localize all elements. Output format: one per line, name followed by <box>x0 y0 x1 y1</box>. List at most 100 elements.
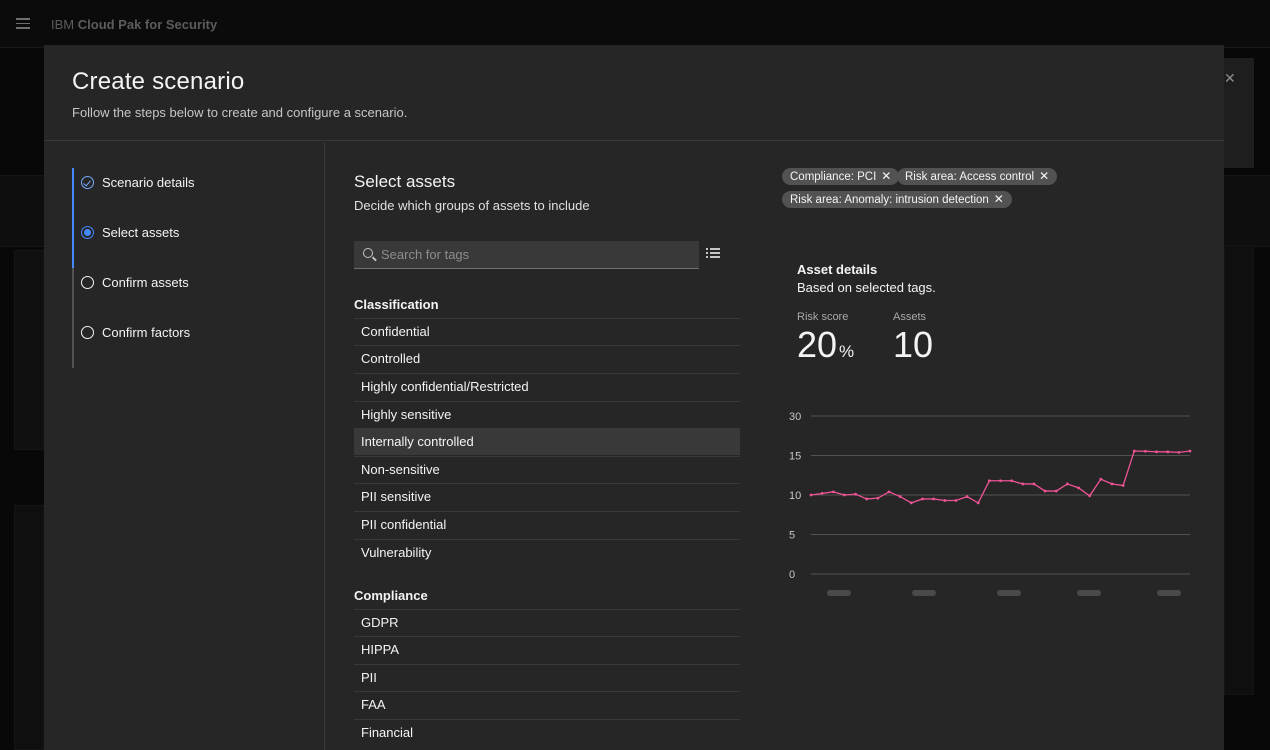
risk-score-number: 20 <box>797 324 838 365</box>
close-icon[interactable]: ✕ <box>1224 70 1236 87</box>
data-point[interactable] <box>1032 482 1036 486</box>
risk-score-unit: % <box>839 342 855 361</box>
step-bar <box>72 268 74 318</box>
close-icon[interactable]: ✕ <box>881 168 891 185</box>
search-input[interactable] <box>381 241 691 268</box>
tag-label: Risk area: Anomaly: intrusion detection <box>790 194 989 206</box>
tag-row[interactable]: Confidential <box>354 318 740 345</box>
data-point[interactable] <box>1155 450 1158 454</box>
data-point[interactable] <box>976 501 980 505</box>
y-tick-label: 5 <box>789 530 795 542</box>
data-point[interactable] <box>921 497 924 501</box>
step-bar <box>72 318 74 368</box>
data-point[interactable] <box>898 495 902 498</box>
tag-row-highlighted[interactable]: Internally controlled <box>354 428 740 455</box>
x-tick-label-blurred <box>1157 590 1181 596</box>
tag-row[interactable]: Controlled <box>354 345 740 372</box>
tag-row[interactable]: GDPR <box>354 609 740 636</box>
data-point[interactable] <box>1088 494 1092 498</box>
step-bar <box>72 168 74 218</box>
step-confirm-assets[interactable]: Confirm assets <box>72 268 312 318</box>
data-point[interactable] <box>987 479 991 483</box>
data-point[interactable] <box>1054 489 1058 493</box>
data-point[interactable] <box>943 499 947 502</box>
data-point[interactable] <box>1177 450 1181 454</box>
menu-icon[interactable] <box>16 18 30 29</box>
app-header: IBM Cloud Pak for Security <box>0 0 1270 48</box>
x-tick-label-blurred <box>912 590 936 596</box>
tag-label: Risk area: Access control <box>905 171 1035 183</box>
y-tick-label: 30 <box>789 411 801 423</box>
modal-title: Create scenario <box>72 68 245 95</box>
tag-row[interactable]: Financial <box>354 719 740 746</box>
data-point[interactable] <box>1188 449 1192 453</box>
data-point[interactable] <box>1010 479 1014 483</box>
data-point[interactable] <box>876 496 880 500</box>
step-label: Select assets <box>102 225 180 240</box>
modal-subtitle: Follow the steps below to create and con… <box>72 105 408 120</box>
data-point[interactable] <box>865 497 869 501</box>
data-point[interactable] <box>932 497 936 501</box>
search-icon <box>363 248 373 258</box>
current-step-icon <box>81 226 94 239</box>
data-point[interactable] <box>954 499 958 502</box>
incomplete-circle-icon <box>81 276 94 289</box>
close-icon[interactable]: ✕ <box>1039 168 1049 185</box>
data-point[interactable] <box>1110 482 1114 486</box>
data-point[interactable] <box>1144 449 1147 453</box>
data-point[interactable] <box>1121 484 1125 487</box>
data-point[interactable] <box>820 492 824 495</box>
data-point[interactable] <box>909 501 913 505</box>
x-tick-label-blurred <box>1077 590 1101 596</box>
data-point[interactable] <box>809 493 813 497</box>
tag-row[interactable]: FAA <box>354 691 740 718</box>
data-point[interactable] <box>1043 489 1047 493</box>
data-point[interactable] <box>1065 482 1069 486</box>
tag-row[interactable]: Highly confidential/Restricted <box>354 373 740 400</box>
background-panel <box>14 250 44 450</box>
create-scenario-modal: Create scenario Follow the steps below t… <box>44 45 1224 750</box>
tag-row[interactable]: HIPPA <box>354 636 740 663</box>
modal-header: Create scenario Follow the steps below t… <box>44 45 1224 141</box>
close-icon[interactable]: ✕ <box>994 191 1004 208</box>
section-title: Select assets <box>354 172 456 191</box>
data-point[interactable] <box>831 490 835 494</box>
data-point[interactable] <box>1099 477 1103 481</box>
tag-row[interactable]: Highly sensitive <box>354 401 740 428</box>
step-label: Confirm factors <box>102 325 191 340</box>
tag-row[interactable]: PII confidential <box>354 511 740 538</box>
tag-row[interactable]: PII <box>354 664 740 691</box>
data-point[interactable] <box>887 490 891 494</box>
list-view-icon[interactable] <box>706 248 720 260</box>
step-select-assets[interactable]: Select assets <box>72 218 312 268</box>
search-box <box>354 241 699 269</box>
asset-details-title: Asset details <box>797 262 878 277</box>
data-point[interactable] <box>854 492 857 496</box>
y-tick-label: 10 <box>789 490 801 502</box>
selected-tag-chip: Compliance: PCI ✕ <box>782 168 900 185</box>
group-title-compliance: Compliance <box>354 588 428 603</box>
risk-score-value: 20% <box>797 324 854 366</box>
data-point[interactable] <box>843 493 846 497</box>
step-confirm-factors[interactable]: Confirm factors <box>72 318 312 368</box>
data-point[interactable] <box>965 495 969 498</box>
data-point[interactable] <box>999 479 1002 483</box>
step-scenario-details[interactable]: Scenario details <box>72 168 312 218</box>
data-point[interactable] <box>1077 486 1080 490</box>
tag-row[interactable]: PII sensitive <box>354 483 740 510</box>
x-tick-label-blurred <box>997 590 1021 596</box>
data-point[interactable] <box>1021 482 1025 486</box>
data-point[interactable] <box>1166 450 1170 454</box>
tag-row[interactable]: Vulnerability <box>354 539 740 566</box>
tag-row[interactable]: Non-sensitive <box>354 456 740 483</box>
background-panel <box>1224 245 1254 695</box>
incomplete-circle-icon <box>81 326 94 339</box>
data-point[interactable] <box>1132 449 1136 453</box>
section-description: Decide which groups of assets to include <box>354 198 590 213</box>
tag-label: Compliance: PCI <box>790 171 877 183</box>
selected-tag-chip: Risk area: Anomaly: intrusion detection ✕ <box>782 191 1012 208</box>
progress-indicator: Scenario details Select assets Confirm a… <box>44 142 325 750</box>
assets-count-value: 10 <box>893 324 934 365</box>
app-title: IBM Cloud Pak for Security <box>51 17 218 32</box>
selected-tag-chip: Risk area: Access control ✕ <box>897 168 1058 185</box>
